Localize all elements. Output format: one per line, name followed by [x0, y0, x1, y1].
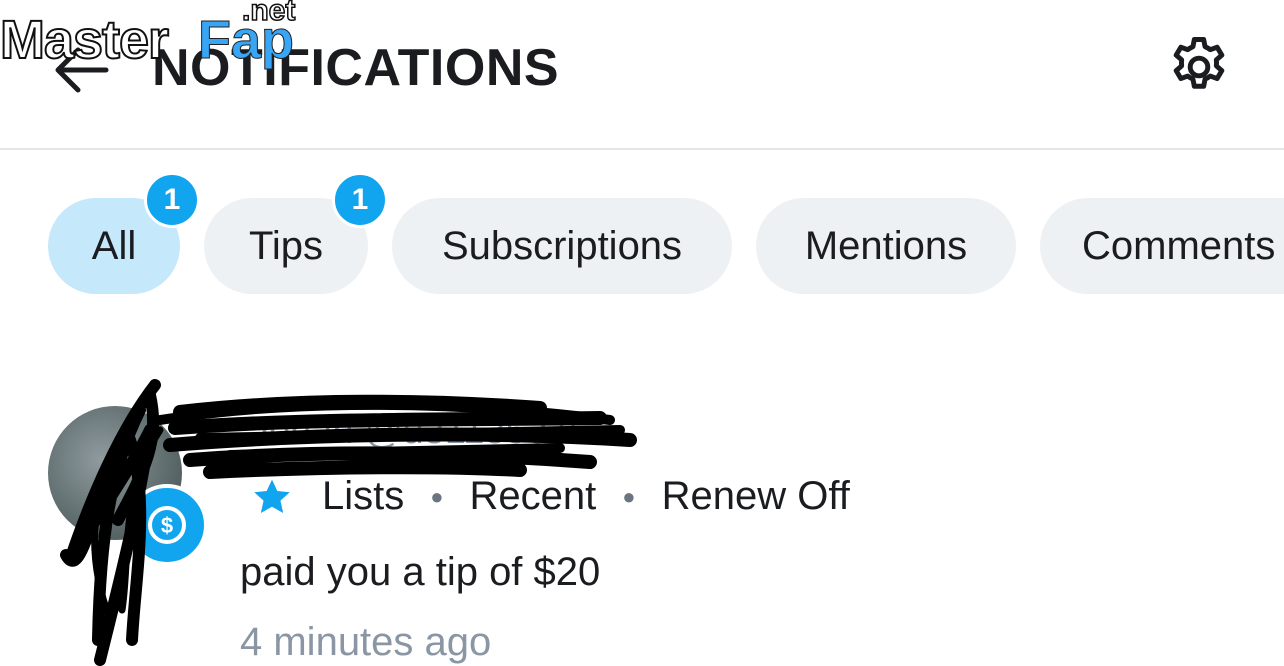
tab-comments[interactable]: Comments: [1040, 198, 1284, 294]
meta-lists[interactable]: Lists: [322, 474, 404, 519]
tab-mentions[interactable]: Mentions: [756, 198, 1016, 294]
notification-meta: Lists ● Recent ● Renew Off: [250, 474, 850, 519]
tab-tips-badge: 1: [332, 172, 388, 228]
tab-all-badge: 1: [144, 172, 200, 228]
gear-icon: [1173, 37, 1225, 89]
header: NOTIFICATIONS: [0, 0, 1284, 148]
dollar-icon: $: [148, 506, 186, 544]
tab-subscriptions[interactable]: Subscriptions: [392, 198, 732, 294]
notification-time: 4 minutes ago: [240, 620, 492, 664]
filter-tabs: All 1 Tips 1 Subscriptions Mentions Comm…: [0, 172, 1284, 296]
header-divider: [0, 148, 1284, 150]
tab-label: Mentions: [804, 223, 968, 268]
tab-label: Subscriptions: [441, 223, 683, 268]
tip-badge: $: [126, 484, 208, 566]
star-icon: [254, 479, 290, 513]
arrow-left-icon: [55, 47, 109, 93]
notification-item[interactable]: $ Johan @u31135375 Lists ● Recent ● Rene…: [0, 370, 1284, 666]
tab-label: Tips: [248, 223, 324, 268]
settings-button[interactable]: [1166, 34, 1232, 100]
notification-message: paid you a tip of $20: [240, 550, 601, 594]
svg-text:$: $: [161, 513, 173, 538]
meta-separator: ●: [430, 483, 444, 509]
notification-username[interactable]: Johan @u31135375: [250, 410, 590, 453]
back-button[interactable]: [50, 40, 114, 104]
meta-renew[interactable]: Renew Off: [662, 474, 850, 519]
page-title: NOTIFICATIONS: [152, 39, 560, 97]
tab-label: Comments: [1082, 223, 1276, 268]
meta-recent[interactable]: Recent: [470, 474, 597, 519]
meta-separator: ●: [622, 483, 636, 509]
tab-label: All: [91, 223, 137, 268]
